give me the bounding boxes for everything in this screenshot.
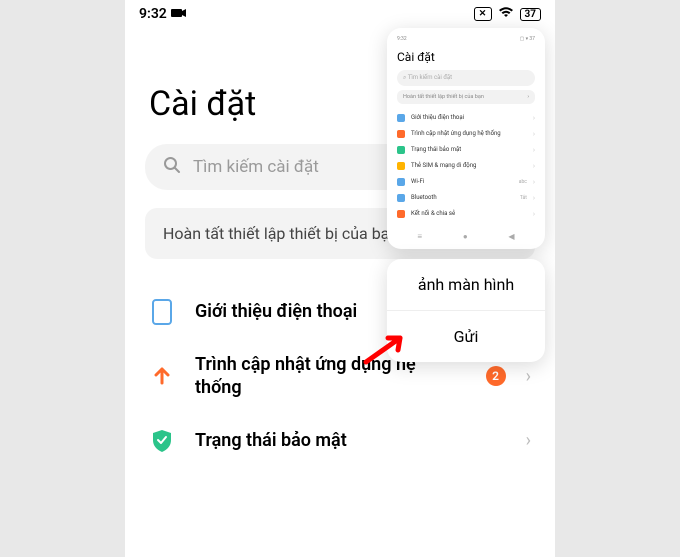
battery-indicator: 37	[520, 8, 541, 21]
shield-icon	[149, 428, 175, 454]
action-send[interactable]: Gửi	[387, 310, 545, 362]
thumb-rows: Giới thiệu điện thoại›Trình cập nhật ứng…	[397, 110, 535, 222]
wifi-icon	[498, 6, 514, 22]
update-badge: 2	[486, 366, 506, 386]
thumb-row: Giới thiệu điện thoại›	[397, 110, 535, 126]
action-screenshot-label[interactable]: ảnh màn hình	[387, 259, 545, 310]
item-label: Trạng thái bảo mật	[195, 429, 506, 452]
chevron-right-icon: ›	[526, 430, 531, 451]
screenshot-actions: ảnh màn hình Gửi	[387, 259, 545, 362]
thumb-row: Kết nối & chia sẻ›	[397, 206, 535, 222]
status-bar: 9:32 ✕ 37	[125, 0, 555, 24]
no-signal-icon: ✕	[474, 7, 492, 21]
thumb-row: Wi-Fiabc›	[397, 174, 535, 190]
annotation-arrow	[360, 330, 410, 372]
thumb-row: Trình cập nhật ứng dụng hệ thống›	[397, 126, 535, 142]
update-icon	[149, 363, 175, 389]
screenshot-overlay: 9:32▢ ▾ 37 Cài đặt ⌕ Tìm kiếm cài đặt Ho…	[387, 28, 545, 362]
thumb-row: Trạng thái bảo mật›	[397, 142, 535, 158]
search-placeholder: Tìm kiếm cài đặt	[193, 157, 319, 177]
camera-icon	[171, 6, 187, 22]
phone-icon	[149, 299, 175, 325]
status-time: 9:32	[139, 6, 167, 22]
item-security-status[interactable]: Trạng thái bảo mật ›	[125, 414, 555, 468]
thumb-navbar: ≡●◀	[397, 222, 535, 241]
search-icon	[163, 156, 181, 178]
thumb-row: Thẻ SIM & mạng di động›	[397, 158, 535, 174]
chevron-right-icon: ›	[526, 366, 531, 387]
screenshot-preview[interactable]: 9:32▢ ▾ 37 Cài đặt ⌕ Tìm kiếm cài đặt Ho…	[387, 28, 545, 249]
phone-screen: 9:32 ✕ 37 Cài đặt Tìm kiếm cài đặt Hoàn …	[125, 0, 555, 557]
thumb-row: BluetoothTắt›	[397, 190, 535, 206]
